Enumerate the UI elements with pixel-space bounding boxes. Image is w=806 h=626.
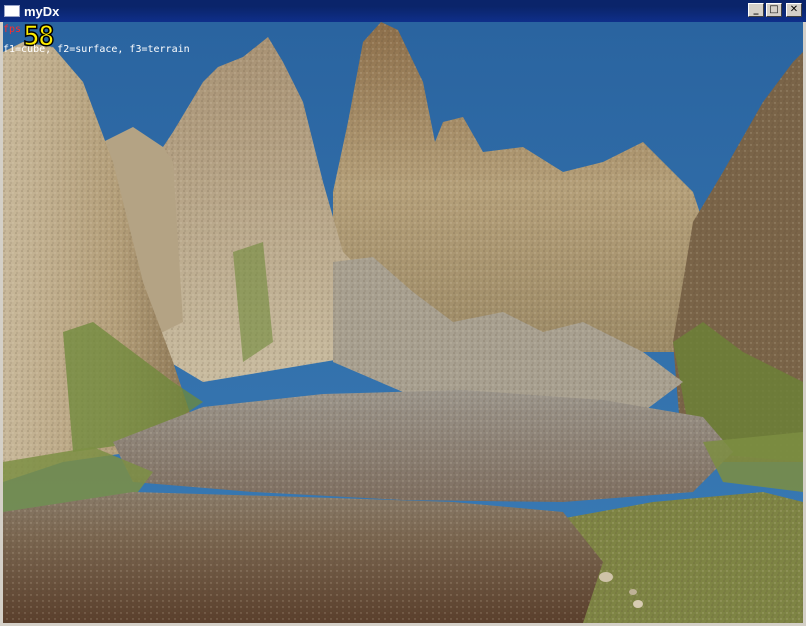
app-window: myDx _ □ ✕ fps 58 f1=cube, f2=surface, f… xyxy=(0,0,806,626)
close-button[interactable]: ✕ xyxy=(786,3,802,17)
maximize-button[interactable]: □ xyxy=(766,3,782,17)
close-icon: ✕ xyxy=(789,4,799,15)
minimize-icon: _ xyxy=(753,4,759,15)
maximize-icon: □ xyxy=(769,4,779,15)
title-bar[interactable]: myDx _ □ ✕ xyxy=(0,0,806,22)
app-window-icon[interactable] xyxy=(4,5,20,17)
terrain-scene xyxy=(3,22,803,623)
fps-label: fps xyxy=(3,24,22,35)
window-controls: _ □ ✕ xyxy=(748,3,802,17)
render-viewport[interactable]: fps 58 f1=cube, f2=surface, f3=terrain xyxy=(3,22,803,623)
minimize-button[interactable]: _ xyxy=(748,3,764,17)
window-title: myDx xyxy=(24,3,60,19)
key-help-text: f1=cube, f2=surface, f3=terrain xyxy=(3,44,190,55)
